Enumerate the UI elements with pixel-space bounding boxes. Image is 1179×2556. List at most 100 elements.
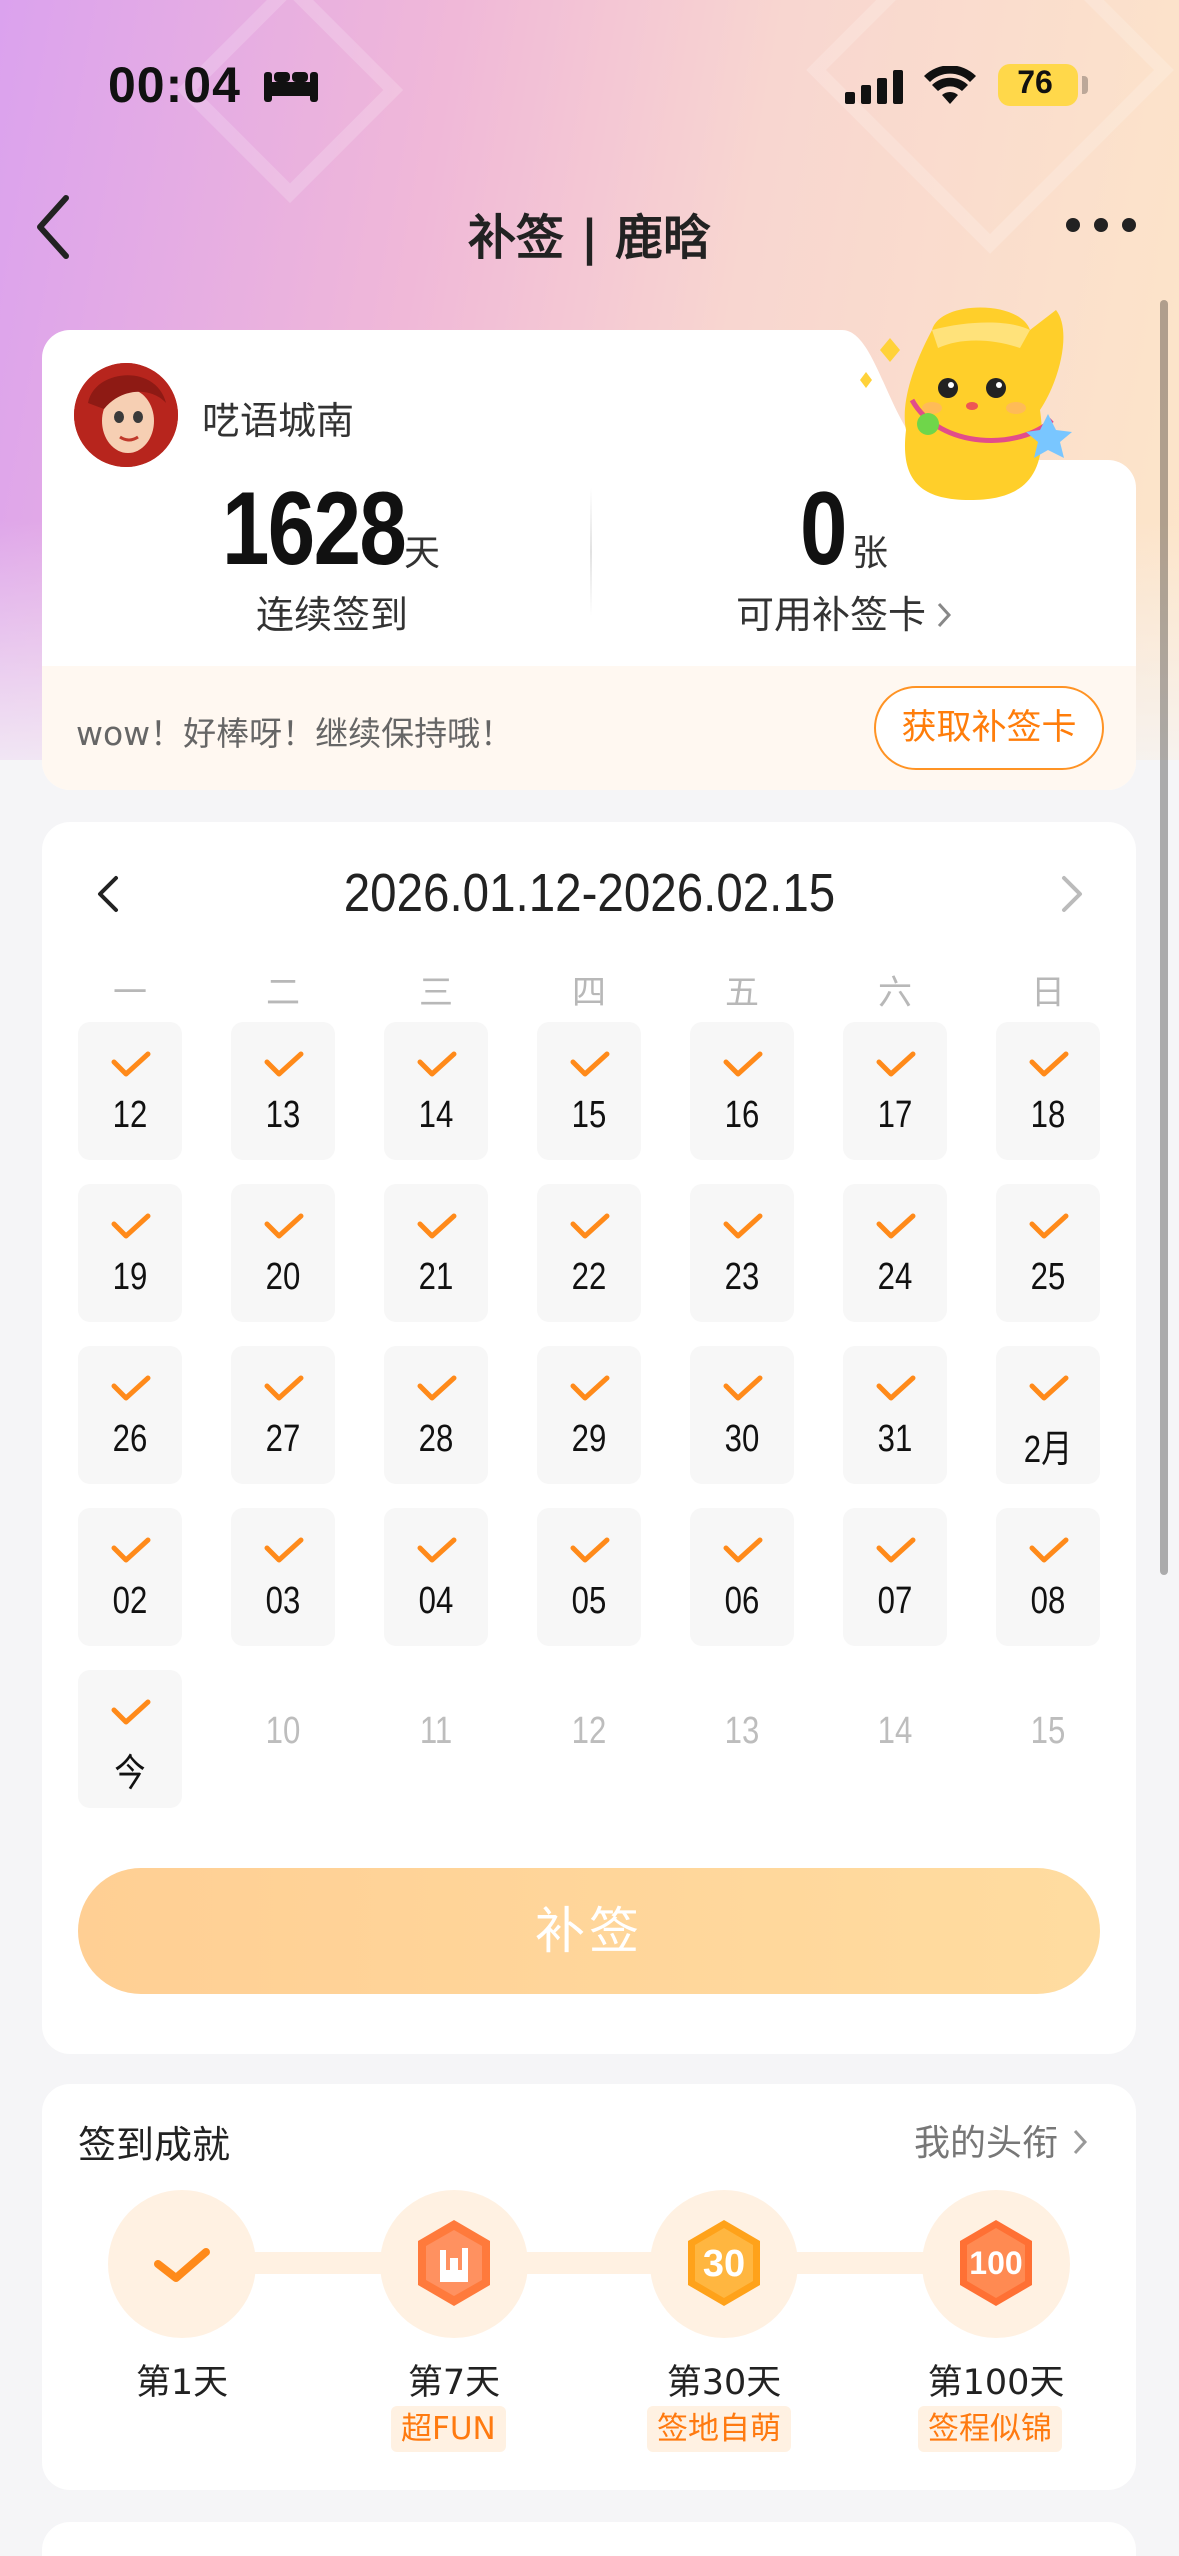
check-icon	[417, 1537, 457, 1563]
resign-button[interactable]: 补签	[78, 1868, 1100, 1994]
calendar-day-checked[interactable]: 今	[78, 1670, 182, 1808]
calendar-day-checked[interactable]: 04	[384, 1508, 488, 1646]
weekday-label: 二	[266, 973, 300, 1013]
achievement-label: 第7天	[407, 2363, 501, 2403]
achievement-badge-day1[interactable]	[108, 2190, 256, 2338]
calendar-day-checked[interactable]: 30	[690, 1346, 794, 1484]
calendar-day-checked[interactable]: 25	[996, 1184, 1100, 1322]
day-number: 15	[571, 1094, 607, 1136]
day-number: 29	[571, 1418, 607, 1460]
check-icon	[1029, 1375, 1069, 1401]
check-icon	[111, 1051, 151, 1077]
check-icon	[723, 1213, 763, 1239]
30-days-badge-icon: 30	[688, 2220, 760, 2306]
day-number: 25	[1030, 1256, 1066, 1298]
achievement-tag: 签地自萌	[647, 2406, 791, 2452]
check-icon	[723, 1537, 763, 1563]
day-number: 20	[265, 1256, 301, 1298]
my-titles-link[interactable]: 我的头衔	[914, 2114, 1089, 2166]
calendar-day-checked[interactable]: 27	[231, 1346, 335, 1484]
check-icon	[570, 1375, 610, 1401]
day-number: 07	[877, 1580, 913, 1622]
calendar-day-future: 15	[1030, 1710, 1066, 1752]
calendar-day-checked[interactable]: 15	[537, 1022, 641, 1160]
calendar-day-checked[interactable]: 03	[231, 1508, 335, 1646]
check-icon	[264, 1051, 304, 1077]
streak-label: 连续签到	[256, 593, 409, 637]
check-icon	[1029, 1213, 1069, 1239]
calendar-day-checked[interactable]: 21	[384, 1184, 488, 1322]
achievement-tag: 超FUN	[391, 2406, 506, 2452]
weekday-label: 一	[113, 973, 147, 1013]
avatar-image	[74, 363, 178, 467]
dot-icon	[1066, 218, 1080, 232]
calendar-day-checked[interactable]: 02	[78, 1508, 182, 1646]
battery-tip	[1082, 76, 1088, 94]
calendar-day-checked[interactable]: 14	[384, 1022, 488, 1160]
calendar-day-checked[interactable]: 26	[78, 1346, 182, 1484]
calendar-day-checked[interactable]: 13	[231, 1022, 335, 1160]
dot-icon	[1094, 218, 1108, 232]
battery-level: 76	[1017, 64, 1053, 100]
day-number: 21	[418, 1256, 454, 1298]
day-number: 23	[724, 1256, 760, 1298]
achievement-label: 第100天	[927, 2363, 1065, 2403]
calendar-day-future: 10	[265, 1710, 301, 1752]
svg-text:30: 30	[703, 2243, 745, 2285]
calendar-day-checked[interactable]: 19	[78, 1184, 182, 1322]
check-icon	[876, 1537, 916, 1563]
weekday-label: 五	[725, 973, 759, 1013]
achievement-badge-day30[interactable]: 30	[650, 2190, 798, 2338]
calendar-day-checked[interactable]: 28	[384, 1346, 488, 1484]
check-icon	[876, 1375, 916, 1401]
check-icon	[723, 1051, 763, 1077]
achievement-badge-day7[interactable]	[380, 2190, 528, 2338]
scrollbar[interactable]	[1160, 300, 1168, 1575]
weekday-label: 六	[878, 973, 912, 1013]
achievement-progress-track	[160, 2252, 1000, 2274]
avatar[interactable]	[74, 363, 178, 467]
calendar-day-checked[interactable]: 05	[537, 1508, 641, 1646]
available-cards-link[interactable]: 可用补签卡	[736, 584, 953, 637]
streak-unit: 天	[404, 533, 441, 574]
calendar-next-button[interactable]	[1056, 872, 1086, 916]
day-number: 13	[265, 1094, 301, 1136]
check-icon	[264, 1375, 304, 1401]
calendar-day-future: 12	[571, 1710, 607, 1752]
check-icon	[264, 1537, 304, 1563]
get-resign-card-button[interactable]: 获取补签卡	[874, 686, 1104, 770]
calendar-day-checked[interactable]: 24	[843, 1184, 947, 1322]
chevron-right-icon	[937, 602, 952, 628]
calendar-day-checked[interactable]: 06	[690, 1508, 794, 1646]
day-number: 24	[877, 1256, 913, 1298]
check-icon	[876, 1213, 916, 1239]
calendar-day-checked[interactable]: 22	[537, 1184, 641, 1322]
day-number: 04	[418, 1580, 454, 1622]
check-icon	[570, 1213, 610, 1239]
day-number: 31	[877, 1418, 913, 1460]
achievement-badge-day100[interactable]: 100	[922, 2190, 1070, 2338]
calendar-day-checked[interactable]: 12	[78, 1022, 182, 1160]
check-icon	[417, 1051, 457, 1077]
calendar-day-checked[interactable]: 2月	[996, 1346, 1100, 1484]
calendar-day-checked[interactable]: 17	[843, 1022, 947, 1160]
page-title: 补签 | 鹿晗	[468, 210, 711, 266]
day-number: 2月	[1023, 1429, 1073, 1471]
mascot-illustration	[860, 307, 1072, 500]
check-icon	[1029, 1051, 1069, 1077]
check-icon	[111, 1699, 151, 1725]
calendar-day-checked[interactable]: 07	[843, 1508, 947, 1646]
calendar-day-checked[interactable]: 20	[231, 1184, 335, 1322]
day-number: 26	[112, 1418, 148, 1460]
calendar-day-checked[interactable]: 29	[537, 1346, 641, 1484]
username: 呓语城南	[202, 399, 355, 443]
more-menu-button[interactable]	[1066, 218, 1136, 234]
calendar-day-checked[interactable]: 18	[996, 1022, 1100, 1160]
calendar-day-checked[interactable]: 16	[690, 1022, 794, 1160]
calendar-day-checked[interactable]: 23	[690, 1184, 794, 1322]
calendar-day-checked[interactable]: 08	[996, 1508, 1100, 1646]
day-number: 16	[724, 1094, 760, 1136]
calendar-day-future: 14	[877, 1710, 913, 1752]
check-icon	[1029, 1537, 1069, 1563]
calendar-day-checked[interactable]: 31	[843, 1346, 947, 1484]
